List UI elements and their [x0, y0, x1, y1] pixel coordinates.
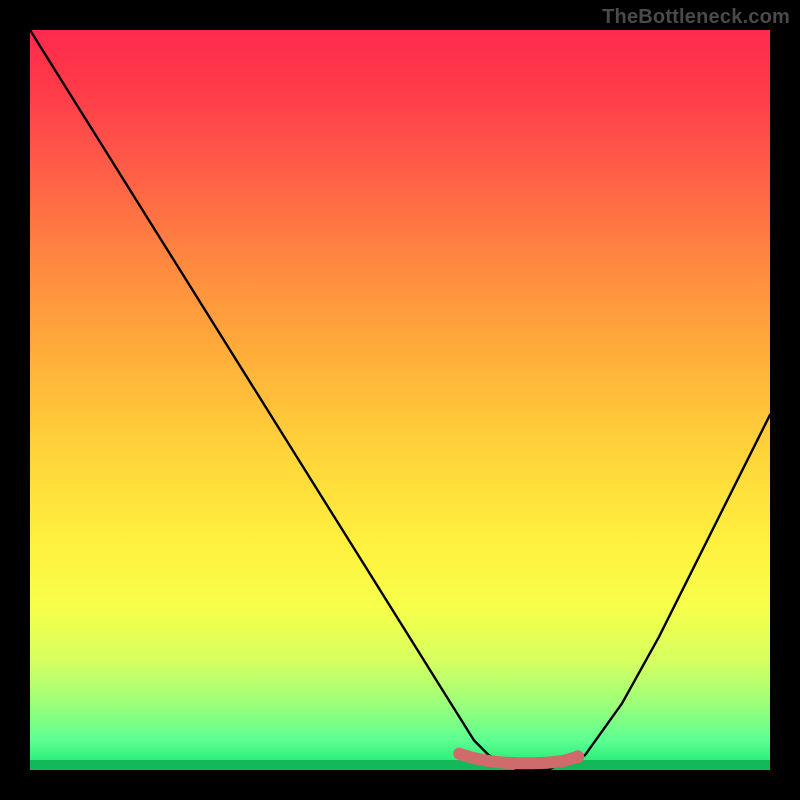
chart-frame: TheBottleneck.com	[0, 0, 800, 800]
optimal-region-end-dot	[571, 750, 584, 763]
watermark-text: TheBottleneck.com	[602, 6, 790, 29]
bottleneck-curve	[30, 30, 770, 770]
optimal-region-marker	[459, 754, 577, 764]
curve-layer	[30, 30, 770, 770]
plot-area	[30, 30, 770, 770]
